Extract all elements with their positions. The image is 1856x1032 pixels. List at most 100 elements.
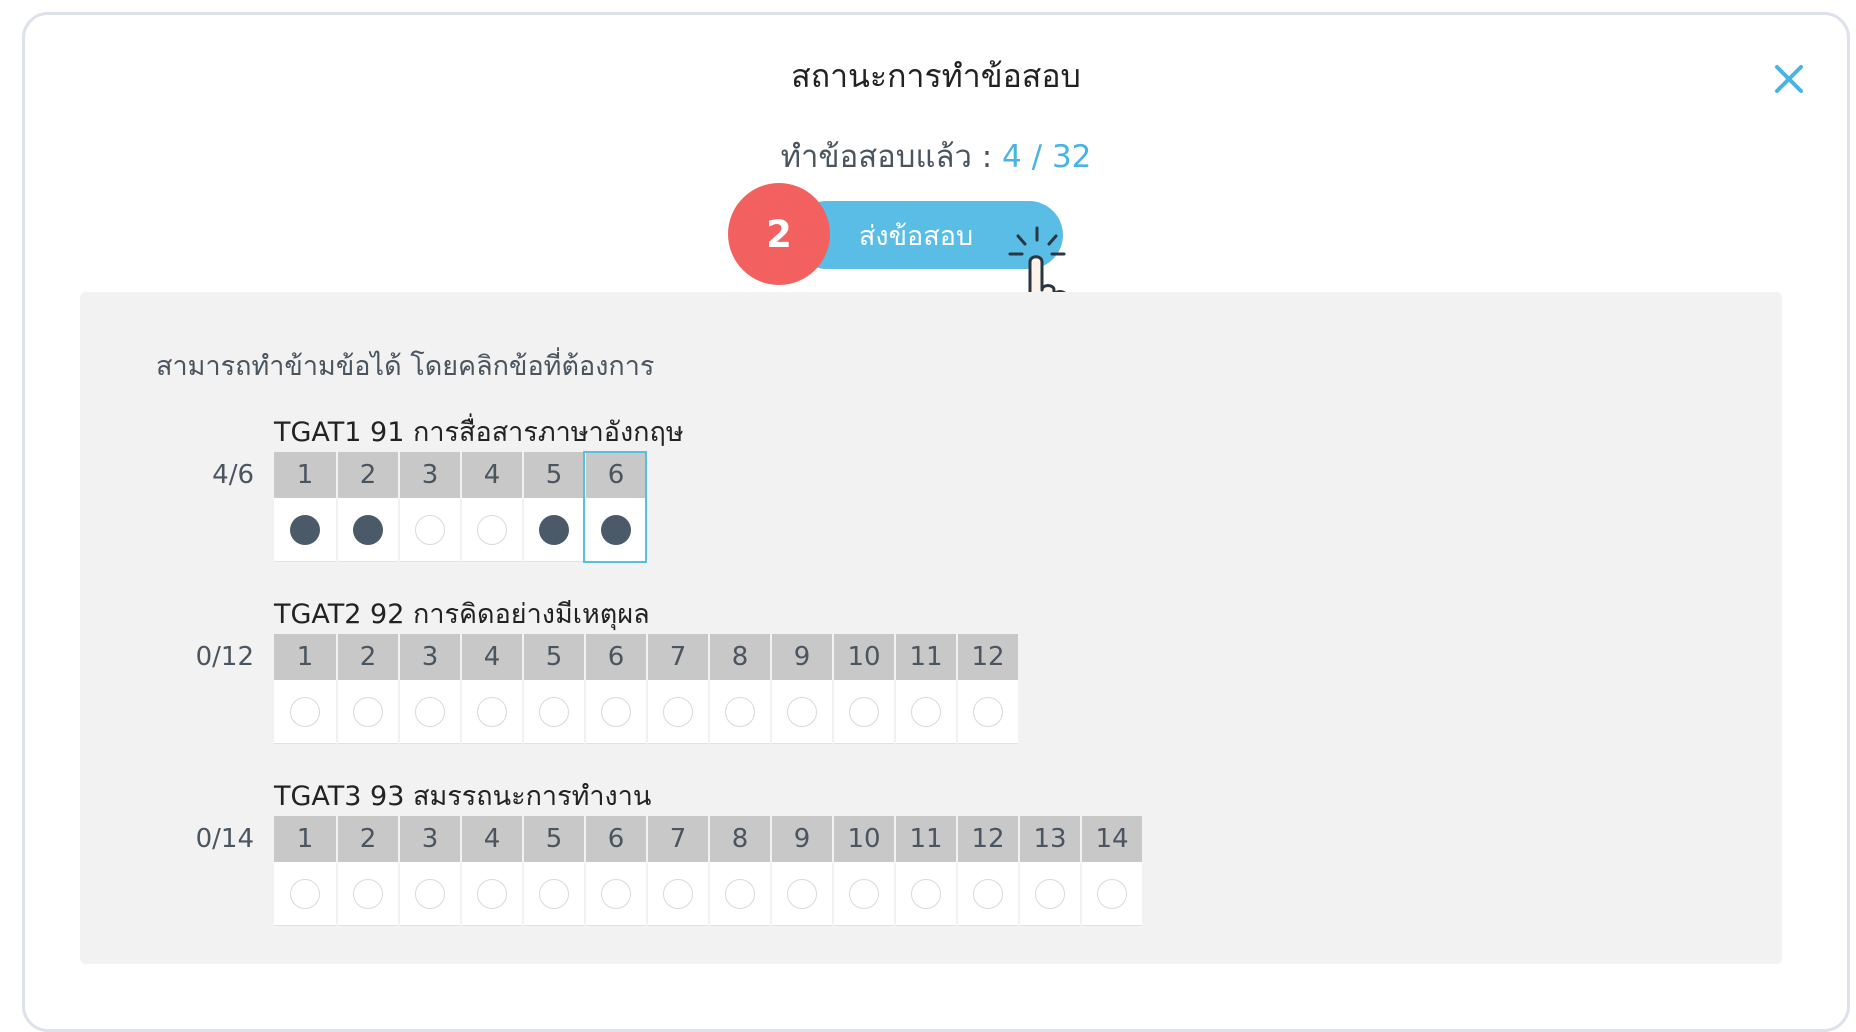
question-number: 9 xyxy=(772,816,832,862)
question-cell[interactable]: 10 xyxy=(832,634,894,744)
question-cell[interactable]: 3 xyxy=(398,452,460,562)
question-cell[interactable]: 9 xyxy=(770,634,832,744)
question-cell[interactable]: 4 xyxy=(460,634,522,744)
answer-status xyxy=(586,498,646,562)
question-number: 1 xyxy=(274,634,336,680)
unanswered-dot-icon xyxy=(353,696,383,727)
question-number: 3 xyxy=(400,452,460,498)
unanswered-dot-icon xyxy=(601,878,631,909)
question-cell[interactable]: 5 xyxy=(522,634,584,744)
unanswered-dot-icon xyxy=(849,696,879,727)
answered-dot-icon xyxy=(290,514,320,545)
question-cell[interactable]: 3 xyxy=(398,816,460,926)
question-grid: 1 2 3 4 5 6 7 8 9 10 11 12 xyxy=(274,634,1018,744)
unanswered-dot-icon xyxy=(290,696,320,727)
answer-status xyxy=(1020,862,1080,926)
answer-status xyxy=(400,498,460,562)
answer-status xyxy=(648,680,708,744)
question-number: 11 xyxy=(896,816,956,862)
question-number: 5 xyxy=(524,452,584,498)
unanswered-dot-icon xyxy=(725,878,755,909)
question-cell[interactable]: 6 xyxy=(584,816,646,926)
question-cell[interactable]: 1 xyxy=(274,634,336,744)
question-number: 11 xyxy=(896,634,956,680)
unanswered-dot-icon xyxy=(663,696,693,727)
progress-done: 4 xyxy=(1002,139,1022,175)
question-cell[interactable]: 5 xyxy=(522,816,584,926)
answer-status xyxy=(586,680,646,744)
question-number: 7 xyxy=(648,816,708,862)
question-cell[interactable]: 9 xyxy=(770,816,832,926)
question-cell[interactable]: 2 xyxy=(336,452,398,562)
question-grid: 123456 xyxy=(274,451,647,563)
question-cell[interactable]: 6 xyxy=(584,634,646,744)
unanswered-dot-icon xyxy=(787,878,817,909)
answer-status xyxy=(710,680,770,744)
unanswered-dot-icon xyxy=(787,696,817,727)
answer-status xyxy=(834,680,894,744)
question-cell[interactable]: 8 xyxy=(708,634,770,744)
unanswered-dot-icon xyxy=(415,514,445,545)
question-cell[interactable]: 12 xyxy=(956,634,1018,744)
close-icon xyxy=(1775,65,1803,93)
answered-dot-icon xyxy=(539,514,569,545)
question-cell[interactable]: 11 xyxy=(894,634,956,744)
progress-label: ทำข้อสอบแล้ว xyxy=(780,139,972,175)
progress-text: ทำข้อสอบแล้ว : 4 / 32 xyxy=(25,131,1847,181)
question-cell[interactable]: 14 xyxy=(1080,816,1142,926)
answer-status xyxy=(338,862,398,926)
answer-status xyxy=(338,680,398,744)
unanswered-dot-icon xyxy=(290,878,320,909)
question-cell[interactable]: 11 xyxy=(894,816,956,926)
question-number: 2 xyxy=(338,816,398,862)
answer-status xyxy=(710,862,770,926)
question-cell[interactable]: 4 xyxy=(460,452,522,562)
unanswered-dot-icon xyxy=(601,696,631,727)
question-cell[interactable]: 4 xyxy=(460,816,522,926)
question-cell[interactable]: 6 xyxy=(583,451,647,563)
unanswered-dot-icon xyxy=(1035,878,1065,909)
question-cell[interactable]: 3 xyxy=(398,634,460,744)
unanswered-dot-icon xyxy=(477,696,507,727)
unanswered-dot-icon xyxy=(415,696,445,727)
answered-dot-icon xyxy=(353,514,383,545)
question-number: 14 xyxy=(1082,816,1142,862)
answer-status xyxy=(772,862,832,926)
unanswered-dot-icon xyxy=(725,696,755,727)
answer-status xyxy=(524,680,584,744)
question-number: 3 xyxy=(400,816,460,862)
question-cell[interactable]: 5 xyxy=(522,452,584,562)
unanswered-dot-icon xyxy=(849,878,879,909)
question-number: 3 xyxy=(400,634,460,680)
question-cell[interactable]: 10 xyxy=(832,816,894,926)
question-panel: สามารถทำข้ามข้อได้ โดยคลิกข้อที่ต้องการ … xyxy=(80,292,1782,964)
answer-status xyxy=(274,498,336,562)
question-cell[interactable]: 7 xyxy=(646,816,708,926)
unanswered-dot-icon xyxy=(477,878,507,909)
question-cell[interactable]: 8 xyxy=(708,816,770,926)
question-grid: 1 2 3 4 5 6 7 8 9 10 11 12 13 14 xyxy=(274,816,1142,926)
answered-dot-icon xyxy=(601,514,631,545)
section-title: TGAT1 91 การสื่อสารภาษาอังกฤษ xyxy=(274,417,684,448)
question-cell[interactable]: 2 xyxy=(336,816,398,926)
question-cell[interactable]: 1 xyxy=(274,816,336,926)
question-number: 12 xyxy=(958,634,1018,680)
question-cell[interactable]: 7 xyxy=(646,634,708,744)
question-cell[interactable]: 12 xyxy=(956,816,1018,926)
question-number: 2 xyxy=(338,634,398,680)
unanswered-dot-icon xyxy=(1097,878,1127,909)
progress-total: 32 xyxy=(1051,139,1092,175)
question-cell[interactable]: 2 xyxy=(336,634,398,744)
unanswered-dot-icon xyxy=(973,696,1003,727)
question-number: 5 xyxy=(524,816,584,862)
question-number: 4 xyxy=(462,634,522,680)
question-cell[interactable]: 1 xyxy=(274,452,336,562)
close-button[interactable] xyxy=(1769,59,1809,99)
unanswered-dot-icon xyxy=(663,878,693,909)
answer-status xyxy=(462,498,522,562)
answer-status xyxy=(834,862,894,926)
answer-status xyxy=(338,498,398,562)
question-number: 9 xyxy=(772,634,832,680)
question-cell[interactable]: 13 xyxy=(1018,816,1080,926)
question-number: 12 xyxy=(958,816,1018,862)
